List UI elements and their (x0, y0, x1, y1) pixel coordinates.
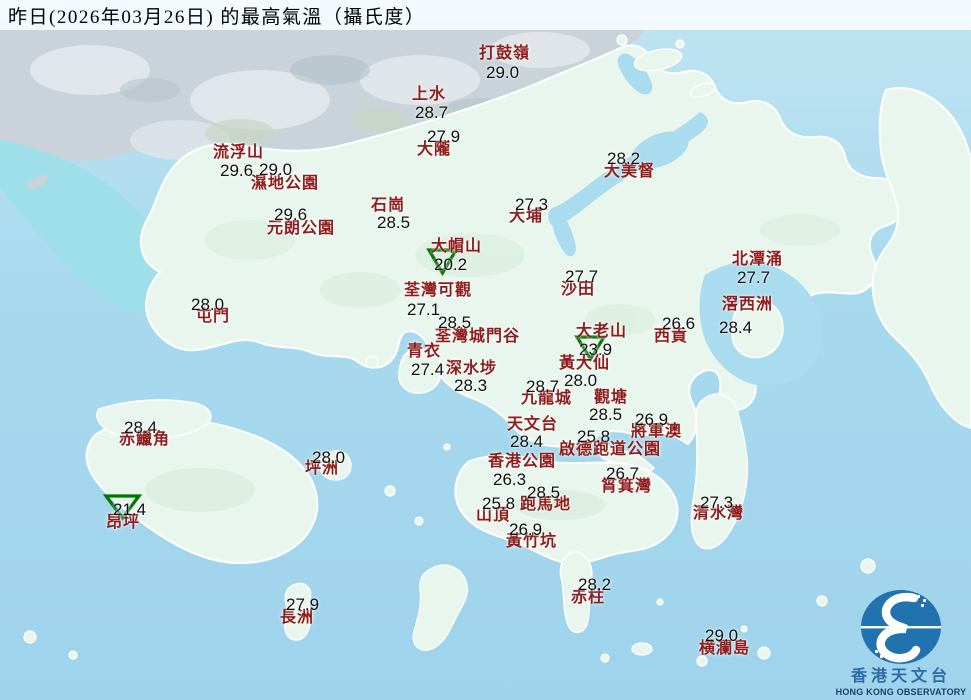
station-value: 28.5 (438, 314, 471, 331)
station-value: 27.1 (407, 301, 440, 318)
station-name: 北潭涌 (732, 252, 783, 268)
hko-temperature-map: 打鼓嶺29.0上水28.7大隴27.9流浮山29.6濕地公園29.0元朗公園29… (0, 0, 971, 700)
station-value: 28.5 (589, 406, 622, 423)
page-title: 昨日(2026年03月26日) 的最高氣溫（攝氏度） (0, 2, 425, 29)
station-name: 打鼓嶺 (479, 46, 530, 62)
station-value: 28.2 (578, 576, 611, 593)
hko-logo-icon (860, 589, 942, 665)
station-value: 28.7 (526, 378, 559, 395)
station-name: 香港公園 (488, 454, 556, 470)
station-name: 黃大仙 (559, 356, 610, 372)
station-value: 27.3 (700, 494, 733, 511)
station-name: 大帽山 (431, 239, 482, 255)
station-value: 28.2 (607, 150, 640, 167)
station-name: 流浮山 (213, 145, 264, 161)
station-value: 29.0 (705, 627, 738, 644)
station-value: 25.8 (577, 428, 610, 445)
station-value: 28.7 (415, 104, 448, 121)
hko-logo-name-en: HONG KONG OBSERVATORY (836, 687, 967, 697)
station-value: 28.5 (377, 214, 410, 231)
station-name: 青衣 (407, 344, 441, 360)
station-name: 石崗 (371, 198, 405, 214)
station-name: 觀塘 (594, 390, 628, 406)
hko-logo-name-zh: 香港天文台 (851, 668, 951, 686)
station-value: 26.6 (662, 315, 695, 332)
station-value: 21.4 (113, 501, 146, 518)
station-value: 27.3 (515, 196, 548, 213)
title-bar: 昨日(2026年03月26日) 的最高氣溫（攝氏度） (0, 0, 971, 30)
station-value: 27.9 (286, 596, 319, 613)
station-value: 26.7 (606, 465, 639, 482)
station-value: 27.7 (737, 269, 770, 286)
station-name: 滘西洲 (722, 297, 773, 313)
station-value: 29.6 (274, 206, 307, 223)
hko-logo: 香港天文台 HONG KONG OBSERVATORY (835, 589, 967, 697)
station-name: 荃灣可觀 (404, 283, 472, 299)
station-value: 29.0 (259, 161, 292, 178)
station-value: 28.3 (454, 377, 487, 394)
station-name: 天文台 (507, 417, 558, 433)
station-value: 28.4 (124, 419, 157, 436)
station-value: 26.3 (493, 471, 526, 488)
station-name: 上水 (412, 87, 446, 103)
station-value: 28.0 (191, 296, 224, 313)
station-value: 26.9 (635, 411, 668, 428)
station-value: 27.7 (565, 268, 598, 285)
station-value: 28.0 (564, 372, 597, 389)
station-value: 29.6 (220, 162, 253, 179)
station-value: 28.4 (719, 319, 752, 336)
station-value: 26.9 (509, 521, 542, 538)
station-value: 25.8 (482, 495, 515, 512)
station-name: 深水埗 (446, 361, 497, 377)
station-value: 28.5 (527, 484, 560, 501)
station-value: 20.2 (434, 256, 467, 273)
stations-layer: 打鼓嶺29.0上水28.7大隴27.9流浮山29.6濕地公園29.0元朗公園29… (0, 0, 971, 700)
station-value: 28.4 (510, 433, 543, 450)
station-value: 27.9 (427, 128, 460, 145)
station-value: 28.0 (312, 449, 345, 466)
station-value: 29.0 (486, 64, 519, 81)
station-name: 大老山 (576, 324, 627, 340)
station-value: 27.4 (411, 361, 444, 378)
